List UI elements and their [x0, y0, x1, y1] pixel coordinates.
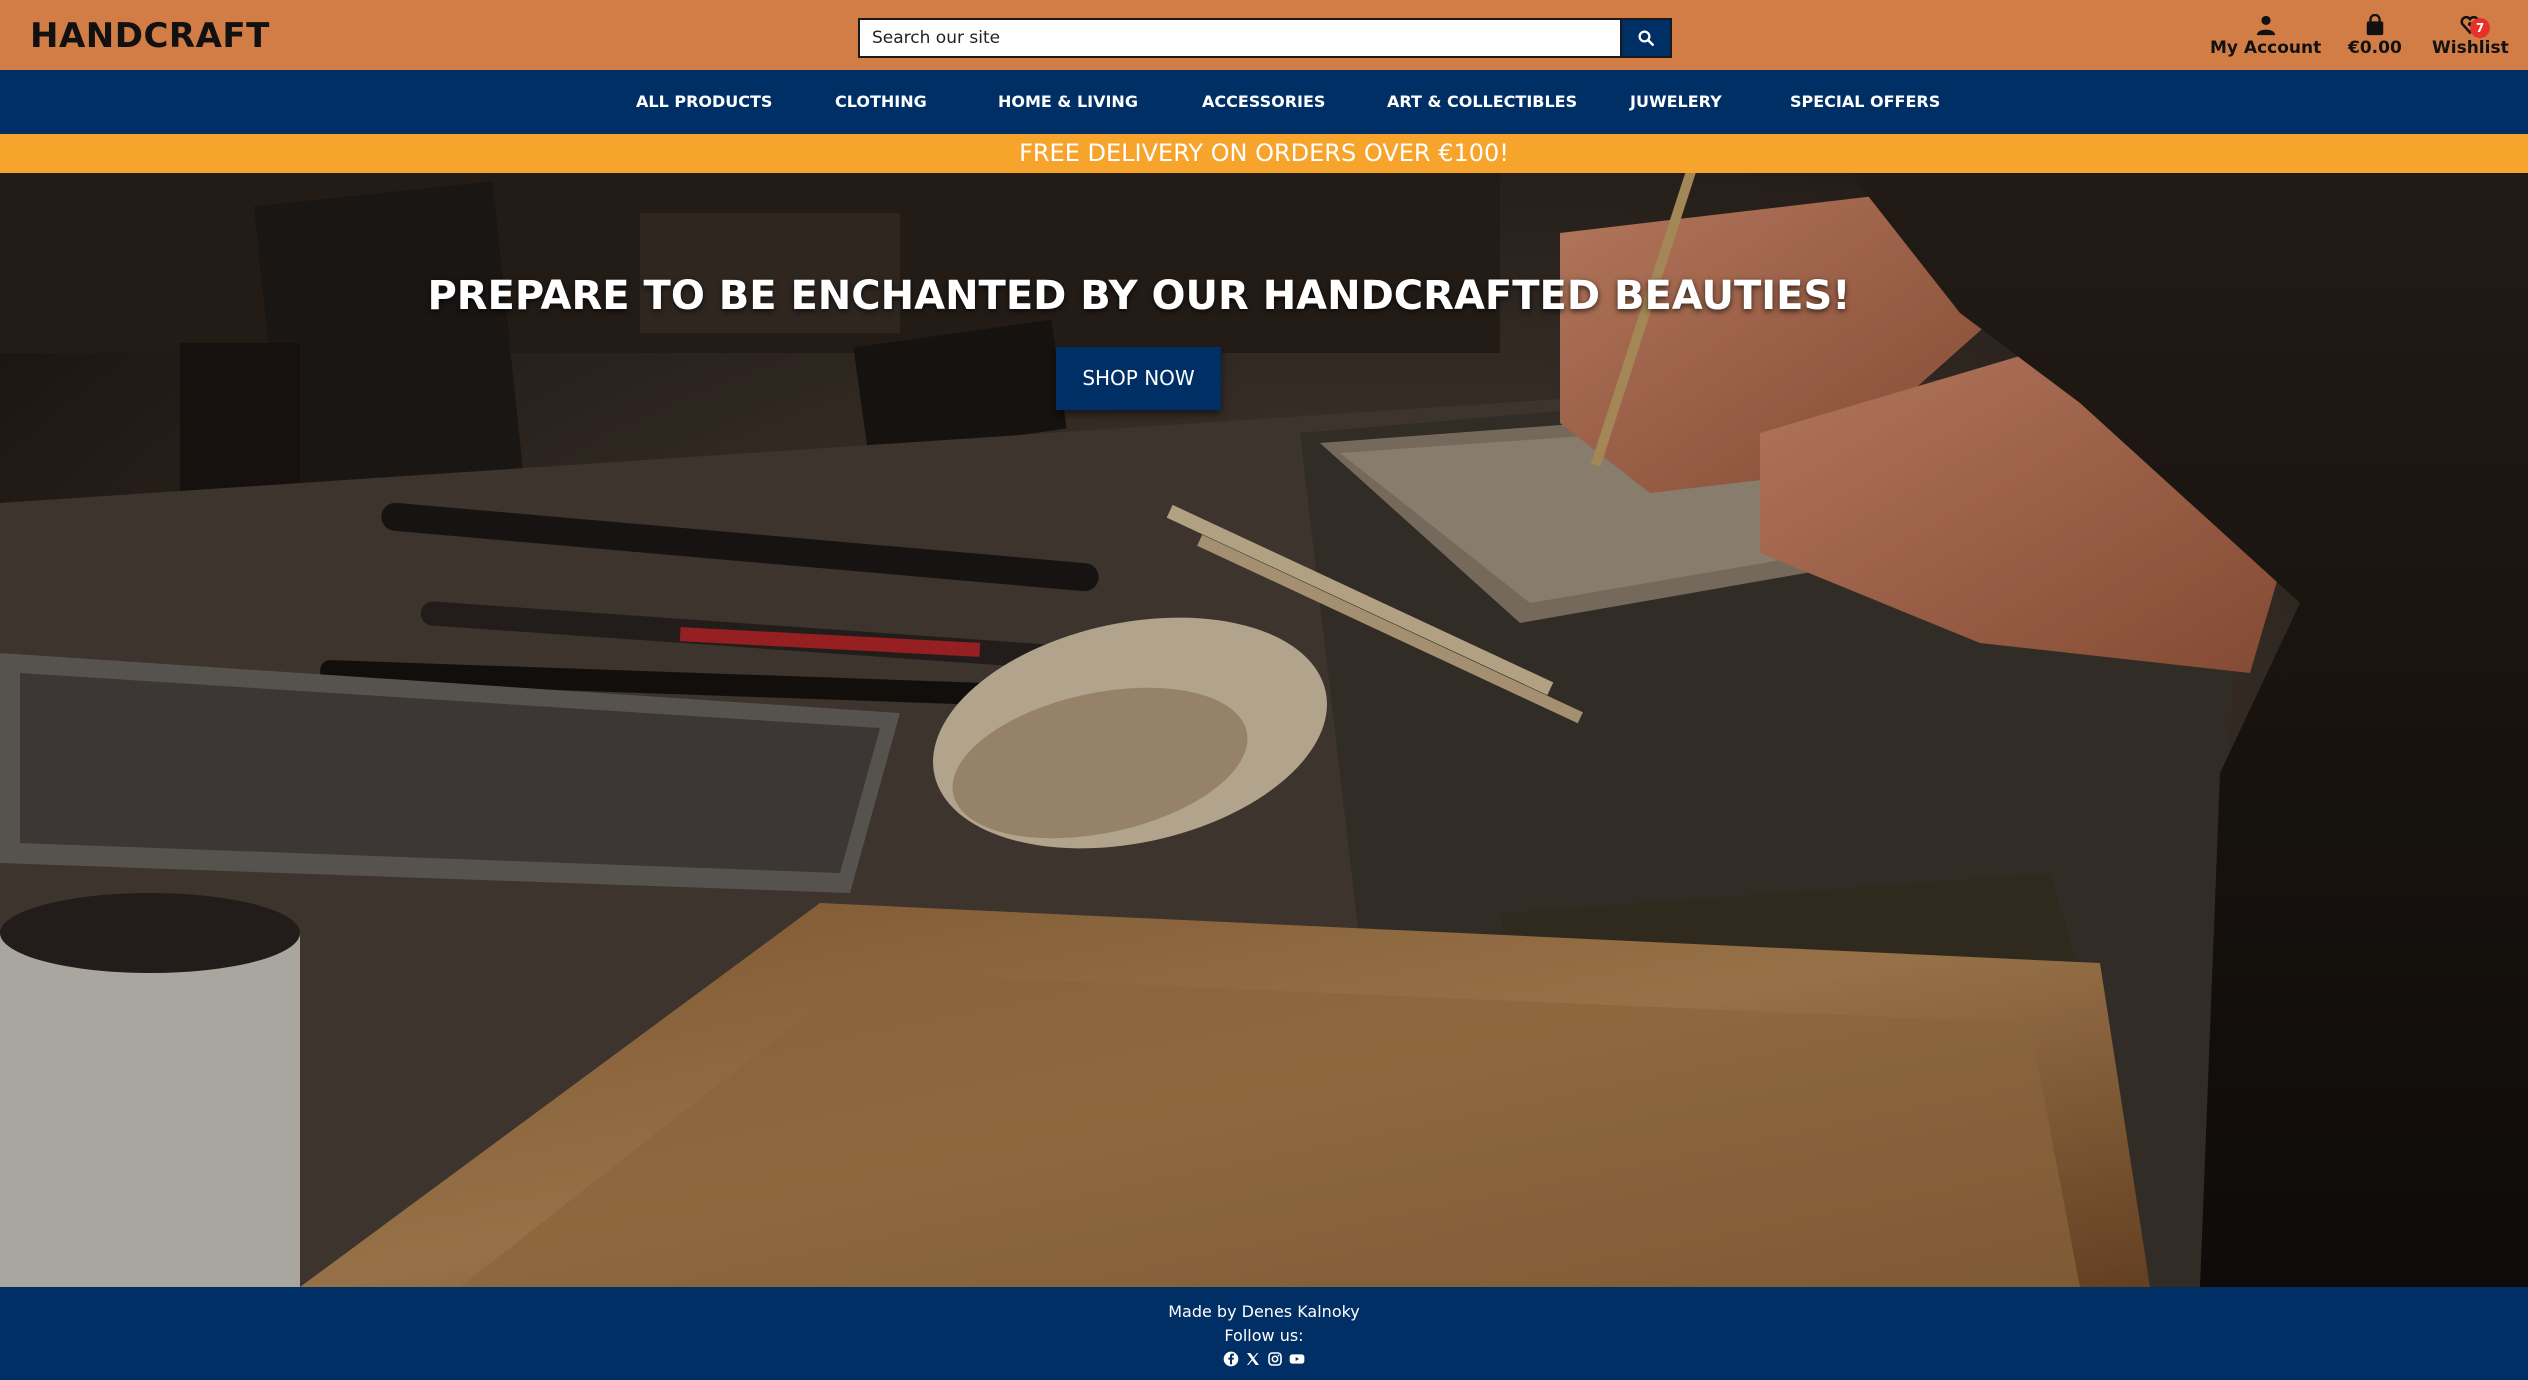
x-icon[interactable] [1244, 1350, 1262, 1368]
user-icon [2256, 15, 2275, 36]
site-logo[interactable]: HANDCRAFT [30, 16, 270, 56]
shop-now-button[interactable]: SHOP NOW [1056, 347, 1221, 410]
nav-item-all-products[interactable]: ALL PRODUCTS [636, 70, 772, 134]
my-account-label: My Account [2210, 38, 2322, 58]
wishlist-count-badge: 7 [2470, 18, 2490, 38]
facebook-icon[interactable] [1222, 1350, 1240, 1368]
hero-background-image [0, 173, 2528, 1287]
search-form [858, 18, 1672, 58]
footer-credit: Made by Denes Kalnoky [1168, 1302, 1360, 1321]
nav-item-art-collectibles[interactable]: ART & COLLECTIBLES [1387, 70, 1577, 134]
youtube-icon[interactable] [1288, 1350, 1306, 1368]
search-input[interactable] [858, 18, 1620, 58]
site-header: HANDCRAFT My Account €0.00 7 Wishlist [0, 0, 2528, 70]
main-nav: ALL PRODUCTS CLOTHING HOME & LIVING ACCE… [0, 70, 2528, 134]
site-footer: Made by Denes Kalnoky Follow us: [0, 1287, 2528, 1380]
bag-total: €0.00 [2348, 38, 2402, 58]
my-account-link[interactable]: My Account [2210, 14, 2321, 58]
hero-title: PREPARE TO BE ENCHANTED BY OUR HANDCRAFT… [427, 273, 1851, 319]
wishlist-link[interactable]: 7 Wishlist [2432, 14, 2509, 58]
instagram-icon[interactable] [1266, 1350, 1284, 1368]
social-links [0, 1350, 2528, 1368]
shopping-bag-icon [2366, 14, 2384, 36]
bag-link[interactable]: €0.00 [2348, 14, 2402, 58]
nav-item-clothing[interactable]: CLOTHING [835, 70, 927, 134]
nav-item-home-living[interactable]: HOME & LIVING [998, 70, 1138, 134]
footer-follow-label: Follow us: [1224, 1326, 1304, 1345]
hero-section: PREPARE TO BE ENCHANTED BY OUR HANDCRAFT… [0, 173, 2528, 1287]
nav-item-accessories[interactable]: ACCESSORIES [1202, 70, 1325, 134]
promo-banner: FREE DELIVERY ON ORDERS OVER €100! [0, 134, 2528, 173]
search-icon [1638, 30, 1654, 46]
wishlist-label: Wishlist [2432, 38, 2509, 58]
search-button[interactable] [1620, 18, 1672, 58]
nav-item-juwelery[interactable]: JUWELERY [1630, 70, 1722, 134]
nav-item-special-offers[interactable]: SPECIAL OFFERS [1790, 70, 1940, 134]
